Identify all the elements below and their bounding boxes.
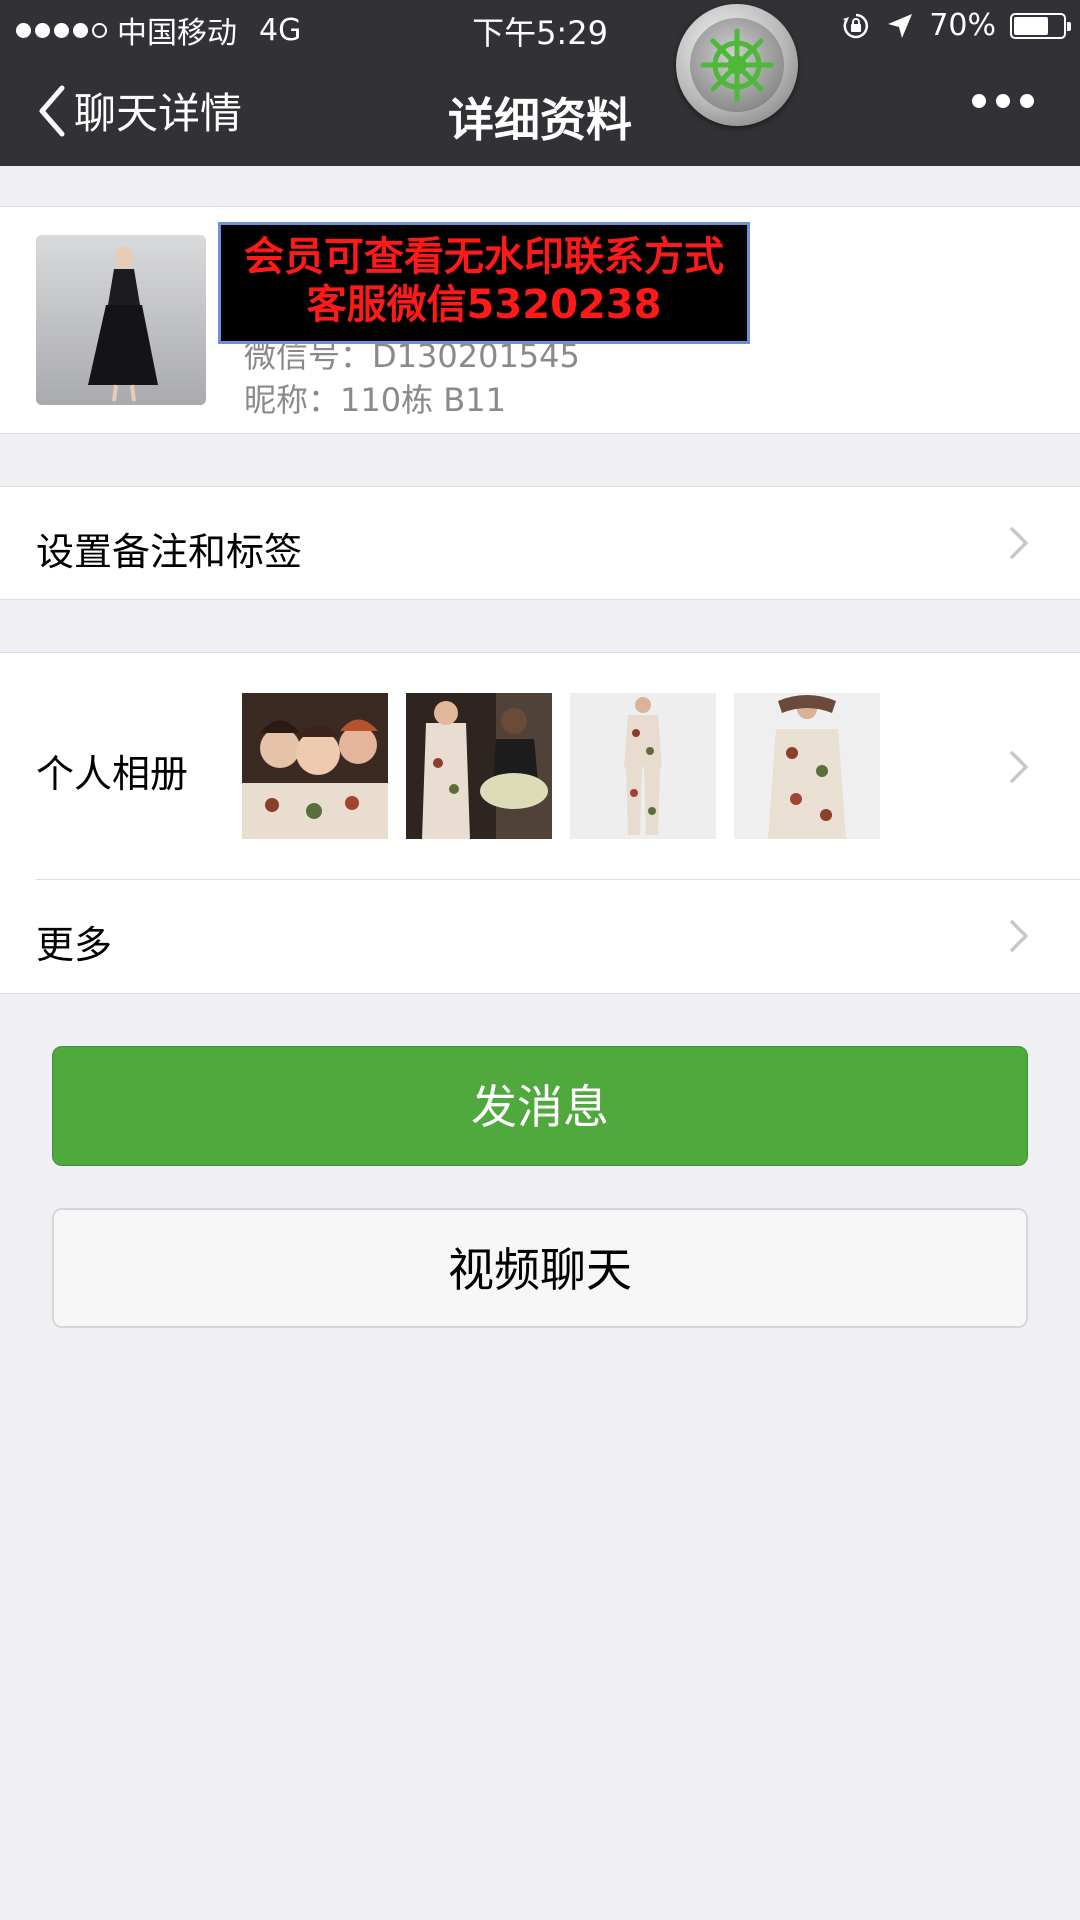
battery-percent: 70% bbox=[929, 8, 996, 43]
rotation-lock-icon bbox=[843, 13, 869, 38]
location-arrow-icon bbox=[888, 13, 913, 38]
nickname: 昵称：110栋 B11 bbox=[244, 381, 506, 419]
chevron-right-icon bbox=[1010, 527, 1028, 559]
video-chat-button[interactable]: 视频聊天 bbox=[52, 1208, 1028, 1328]
album-section: 个人相册 更多 bbox=[0, 652, 1080, 994]
nav-bar: 聊天详情 详细资料 bbox=[0, 54, 1080, 166]
send-message-button[interactable]: 发消息 bbox=[52, 1046, 1028, 1166]
chevron-right-icon bbox=[1010, 751, 1028, 783]
album-thumbnails bbox=[242, 693, 880, 839]
album-row[interactable]: 个人相册 bbox=[0, 653, 1080, 879]
page-title: 详细资料 bbox=[448, 93, 632, 147]
battery-icon bbox=[1010, 12, 1071, 39]
ship-wheel-icon bbox=[700, 28, 774, 102]
watermark-banner: 会员可查看无水印联系方式 客服微信5320238 bbox=[218, 222, 750, 344]
floating-helm-button[interactable] bbox=[676, 4, 798, 126]
chevron-right-icon bbox=[1010, 920, 1028, 952]
avatar-photo bbox=[36, 235, 206, 405]
remarks-label: 设置备注和标签 bbox=[36, 530, 303, 574]
more-row[interactable]: 更多 bbox=[0, 880, 1080, 993]
watermark-line-2: 客服微信5320238 bbox=[306, 282, 662, 328]
album-label: 个人相册 bbox=[36, 752, 189, 796]
header: 中国移动 4G 下午5:29 70% 聊天详情 详细资料 bbox=[0, 0, 1080, 166]
remarks-row[interactable]: 设置备注和标签 bbox=[0, 486, 1080, 600]
album-photo[interactable] bbox=[406, 693, 552, 839]
album-photo[interactable] bbox=[570, 693, 716, 839]
ellipsis-icon bbox=[972, 94, 986, 108]
status-bar: 中国移动 4G 下午5:29 70% bbox=[0, 0, 1080, 54]
watermark-line-1: 会员可查看无水印联系方式 bbox=[244, 234, 724, 280]
profile-card: 微信号：D130201545 昵称：110栋 B11 会员可查看无水印联系方式 … bbox=[0, 206, 1080, 434]
status-right: 70% bbox=[841, 8, 1071, 43]
more-label: 更多 bbox=[36, 923, 113, 967]
avatar[interactable] bbox=[36, 235, 206, 405]
more-options-button[interactable] bbox=[972, 94, 1034, 108]
album-photo[interactable] bbox=[734, 693, 880, 839]
album-photo[interactable] bbox=[242, 693, 388, 839]
